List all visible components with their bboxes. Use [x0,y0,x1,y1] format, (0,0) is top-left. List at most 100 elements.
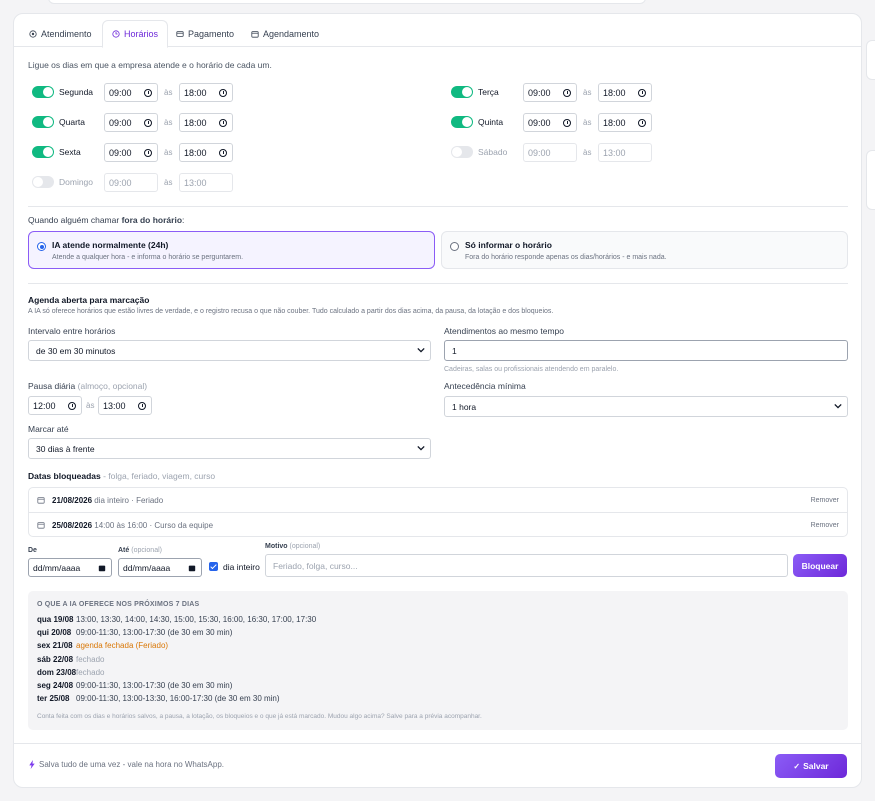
day-toggle[interactable] [451,146,473,158]
simultaneous-input[interactable]: 1 [444,340,848,361]
blocked-item: 25/08/2026 14:00 às 16:00 · Curso da equ… [29,513,847,538]
footer-divider [14,743,861,744]
divider [28,206,848,207]
day-end-input[interactable]: 18:00 [179,113,233,132]
outside-hours-label: Quando alguém chamar fora do horário: [28,215,184,225]
block-button[interactable]: Bloquear [793,554,847,577]
to-date-input[interactable]: dd/mm/aaaa [118,558,202,577]
time-value: 13:00 [184,177,207,188]
until-label: Marcar até [28,424,69,434]
outside-label-bold: fora do horário [121,215,183,225]
time-value: 09:00 [528,117,551,128]
pause-start-input[interactable]: 12:00 [28,396,82,415]
as-separator: às [86,401,95,410]
day-start-input[interactable]: 09:00 [523,83,577,102]
clock-icon [144,89,152,97]
clock-icon [563,89,571,97]
advance-select[interactable]: 1 hora [444,396,848,417]
interval-value: de 30 em 30 minutos [36,345,116,356]
day-start-input[interactable]: 09:00 [104,173,158,192]
clock-icon [563,119,571,127]
day-toggle[interactable] [32,176,54,188]
day-start-input[interactable]: 09:00 [104,143,158,162]
preview-day: seg 24/08 [37,681,74,690]
option-desc: Fora do horário responde apenas os dias/… [465,254,667,261]
day-start-input[interactable]: 09:00 [104,113,158,132]
clock-icon [68,402,76,410]
remove-link[interactable]: Remover [811,497,839,504]
reason-optional: (opcional) [289,543,321,550]
day-label: Terça [478,87,499,97]
day-start-input[interactable]: 09:00 [523,143,577,162]
day-end-input[interactable]: 18:00 [598,113,652,132]
target-icon [29,30,37,38]
time-value: 09:00 [109,87,132,98]
radio-ai-24h[interactable] [37,242,46,251]
lightning-icon [29,760,35,769]
day-end-input[interactable]: 13:00 [179,173,233,192]
pause-end-input[interactable]: 13:00 [98,396,152,415]
day-end-input[interactable]: 18:00 [179,143,233,162]
preview-row: ter 25/08 09:00-11:30, 13:00-13:30, 16:00… [37,694,280,703]
preview-slots: fechado [76,667,105,677]
reason-input[interactable]: Feriado, folga, curso... [265,554,788,577]
as-separator: às [164,148,173,157]
day-toggle[interactable] [32,146,54,158]
from-date-placeholder: dd/mm/aaaa [33,562,81,573]
day-toggle[interactable] [32,116,54,128]
blocked-date: 21/08/2026 dia inteiro · Feriado [52,496,163,505]
calendar-icon [251,31,259,38]
blocked-item: 21/08/2026 dia inteiro · Feriado Remover [29,488,847,513]
clock-icon [638,89,646,97]
clock-icon [138,402,146,410]
time-value: 13:00 [603,147,626,158]
day-toggle[interactable] [32,86,54,98]
day-toggle[interactable] [451,116,473,128]
day-end-input[interactable]: 18:00 [179,83,233,102]
day-label: Sexta [59,147,81,157]
interval-select[interactable]: de 30 em 30 minutos [28,340,431,361]
blocked-date-value: 21/08/2026 [52,496,93,505]
remove-link[interactable]: Remover [811,522,839,529]
simultaneous-value: 1 [452,345,457,356]
all-day-checkbox[interactable] [209,562,218,571]
outside-label-pre: Quando alguém chamar [28,215,122,225]
save-button[interactable]: ✓ Salvar [775,754,847,778]
divider [28,283,848,284]
day-end-input[interactable]: 13:00 [598,143,652,162]
from-date-input[interactable]: dd/mm/aaaa [28,558,112,577]
day-start-input[interactable]: 09:00 [523,113,577,132]
radio-info-only[interactable] [450,242,459,251]
tab-pagamento[interactable]: Pagamento [167,20,243,48]
tab-horarios[interactable]: Horários [102,20,169,48]
blocked-list: 21/08/2026 dia inteiro · Feriado Remover… [28,487,848,537]
option-desc: Atende a qualquer hora - e informa o hor… [52,254,244,261]
until-value: 30 dias à frente [36,443,95,454]
card-icon [176,31,184,37]
check-icon: ✓ [793,761,801,771]
all-day-label: dia inteiro [223,562,260,572]
as-separator: às [583,88,592,97]
blocked-reason: · Curso da equipe [147,521,214,530]
tab-agendamento[interactable]: Agendamento [242,20,328,48]
preview-day: dom 23/08 [37,667,77,677]
reason-label-text: Motivo [265,543,288,550]
day-end-input[interactable]: 18:00 [598,83,652,102]
from-label: De [28,547,37,554]
day-label: Sábado [478,147,508,157]
option-info-only[interactable]: Só informar o horário Fora do horário re… [441,231,848,269]
preview-day: qua 19/08 [37,615,74,624]
day-toggle[interactable] [451,86,473,98]
time-value: 09:00 [109,147,132,158]
until-select[interactable]: 30 dias à frente [28,438,431,459]
tab-atendimento[interactable]: Atendimento [20,20,101,48]
preview-slots: 09:00-11:30, 13:00-17:30 (de 30 em 30 mi… [76,628,233,638]
intro-text: Ligue os dias em que a empresa atende e … [28,60,272,70]
calendar-icon [98,565,106,572]
reason-placeholder: Feriado, folga, curso... [273,560,358,571]
as-separator: às [164,88,173,97]
save-label: Salvar [803,761,829,771]
clock-icon [112,30,120,38]
option-ai-24h[interactable]: IA atende normalmente (24h) Atende a qua… [28,231,435,269]
day-start-input[interactable]: 09:00 [104,83,158,102]
